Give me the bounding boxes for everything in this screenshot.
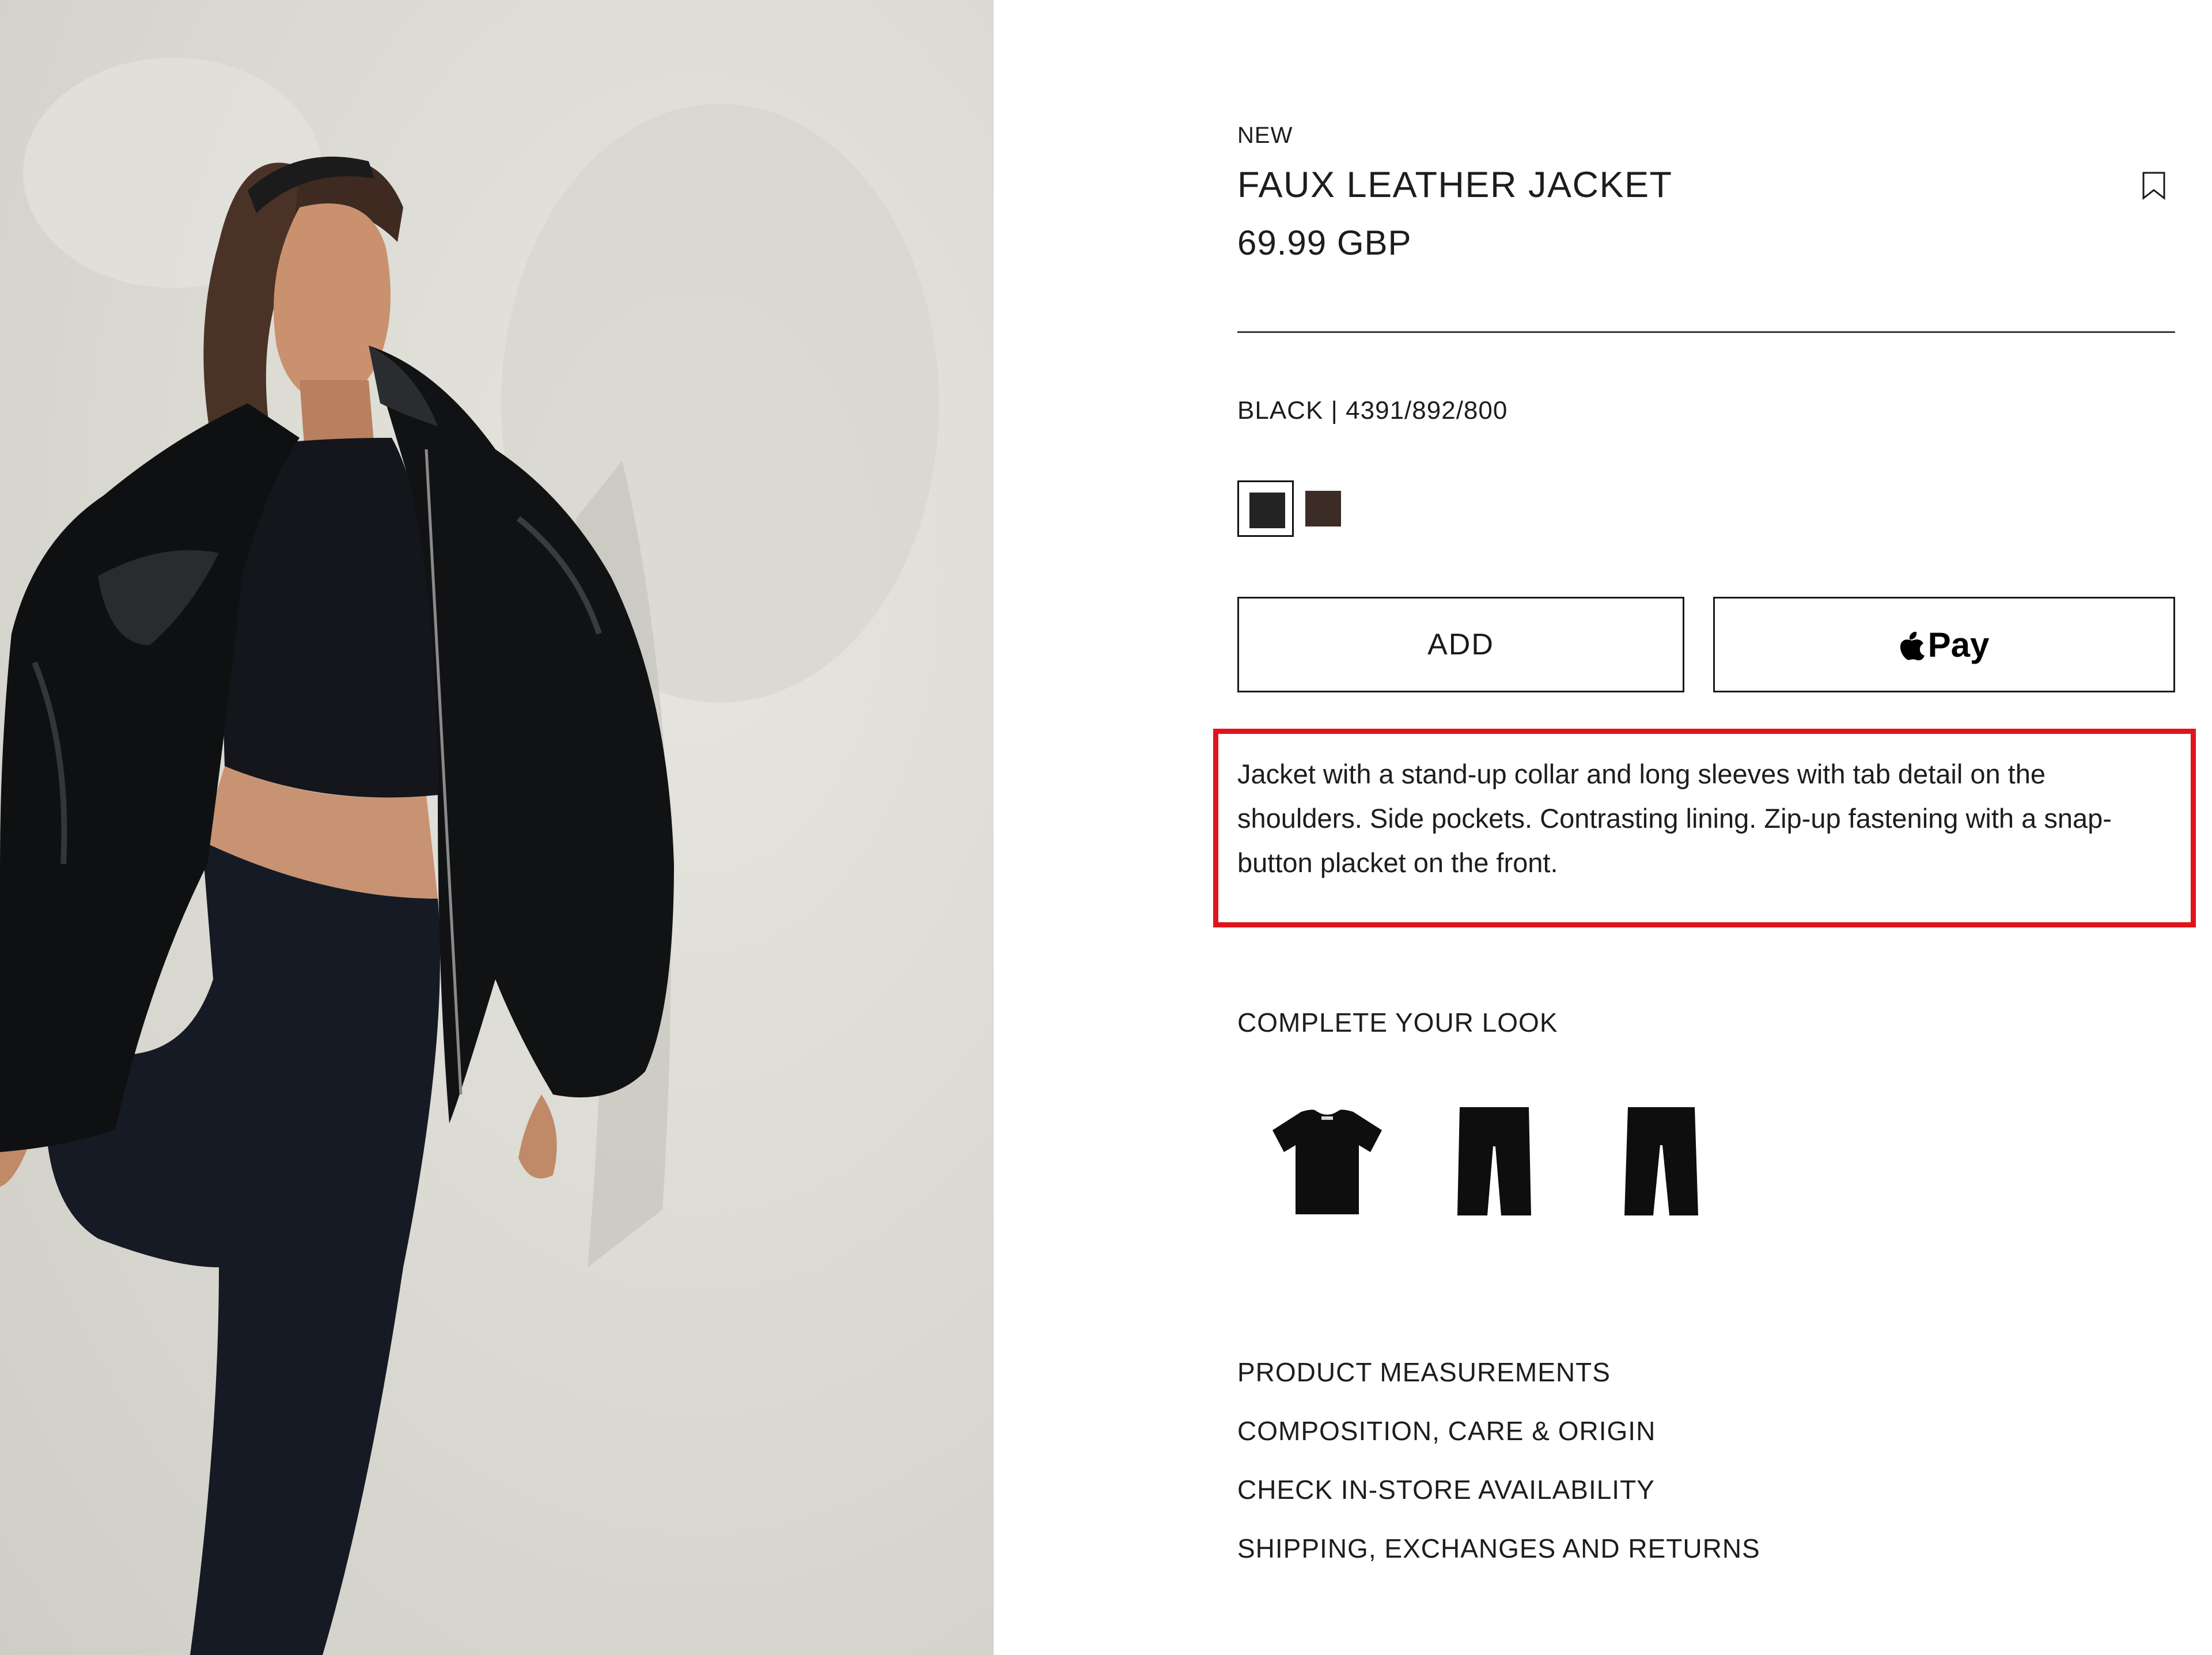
apple-pay-button[interactable]: Pay xyxy=(1713,597,2175,692)
product-price: 69.99 GBP xyxy=(1237,224,1412,262)
link-shipping-exchanges-returns[interactable]: SHIPPING, EXCHANGES AND RETURNS xyxy=(1237,1533,1760,1564)
link-product-measurements[interactable]: PRODUCT MEASUREMENTS xyxy=(1237,1357,1611,1388)
add-button[interactable]: ADD xyxy=(1237,597,1684,692)
swatch-color-black xyxy=(1249,493,1285,528)
link-composition-care-origin[interactable]: COMPOSITION, CARE & ORIGIN xyxy=(1237,1415,1656,1446)
look-item-trousers-2[interactable] xyxy=(1592,1095,1730,1233)
apple-icon xyxy=(1899,629,1925,661)
color-swatches xyxy=(1237,480,1410,538)
product-info-panel: NEW FAUX LEATHER JACKET 69.99 GBP BLACK … xyxy=(1213,0,2196,1655)
add-button-label: ADD xyxy=(1427,628,1494,661)
divider xyxy=(1237,331,2175,333)
product-description: Jacket with a stand-up collar and long s… xyxy=(1237,759,2112,878)
trousers-icon xyxy=(1624,1107,1698,1215)
bookmark-icon[interactable] xyxy=(2139,171,2169,200)
swatch-black[interactable] xyxy=(1237,480,1294,537)
product-title: FAUX LEATHER JACKET xyxy=(1237,165,1673,205)
new-badge: NEW xyxy=(1237,123,1293,148)
model-illustration xyxy=(0,58,939,1655)
swatch-brown[interactable] xyxy=(1295,480,1351,537)
complete-look-title: COMPLETE YOUR LOOK xyxy=(1237,1008,1558,1037)
look-item-tshirt[interactable] xyxy=(1258,1095,1396,1233)
product-photo[interactable] xyxy=(0,0,994,1655)
link-check-in-store-availability[interactable]: CHECK IN-STORE AVAILABILITY xyxy=(1237,1474,1655,1505)
trousers-icon xyxy=(1457,1107,1531,1215)
t-shirt-icon xyxy=(1272,1109,1382,1214)
pay-label: Pay xyxy=(1927,625,1990,664)
look-item-trousers-1[interactable] xyxy=(1425,1095,1563,1233)
swatch-color-brown xyxy=(1305,491,1341,527)
color-reference: BLACK | 4391/892/800 xyxy=(1237,396,1508,425)
